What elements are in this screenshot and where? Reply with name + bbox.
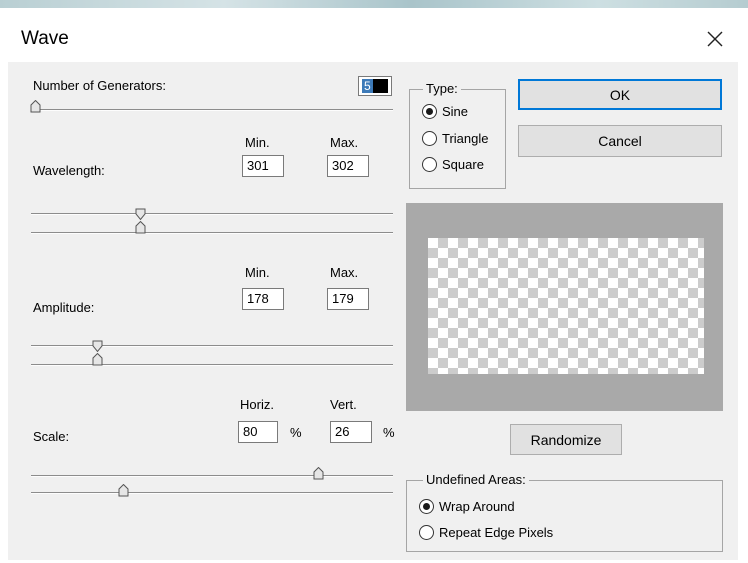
dialog-body: Number of Generators: 5 Min. Max. Wavele…	[8, 62, 738, 560]
amplitude-slider-track-top[interactable]	[31, 345, 393, 347]
wavelength-label: Wavelength:	[33, 163, 105, 178]
dialog-title: Wave	[21, 28, 69, 49]
radio-unselected-icon	[419, 525, 434, 540]
undefined-areas-groupbox: Undefined Areas: Wrap Around Repeat Edge…	[406, 472, 723, 552]
undefined-areas-legend: Undefined Areas:	[423, 472, 529, 487]
scale-vert-unit: %	[383, 425, 395, 440]
type-radio-sine[interactable]: Sine	[422, 104, 468, 119]
cancel-button[interactable]: Cancel	[518, 125, 722, 157]
amplitude-min-input[interactable]: 178	[242, 288, 284, 310]
type-groupbox: Type: Sine Triangle Square	[409, 81, 506, 189]
generators-input[interactable]: 5	[358, 76, 392, 96]
wavelength-max-thumb[interactable]	[135, 208, 146, 221]
generators-selection: 5	[362, 79, 388, 93]
scale-vert-label: Vert.	[330, 397, 357, 412]
amplitude-min-label: Min.	[245, 265, 270, 280]
amplitude-label: Amplitude:	[33, 300, 95, 315]
type-sine-label: Sine	[442, 104, 469, 119]
scale-vert-thumb[interactable]	[313, 466, 324, 480]
generators-slider-track[interactable]	[31, 109, 393, 111]
scale-horiz-input[interactable]: 80	[238, 421, 278, 443]
amplitude-slider-track-bottom[interactable]	[31, 364, 393, 366]
scale-slider-track-top[interactable]	[31, 475, 393, 477]
radio-selected-icon	[419, 499, 434, 514]
wavelength-min-input[interactable]: 301	[242, 155, 284, 177]
generators-value: 5	[362, 79, 373, 93]
radio-selected-icon	[422, 104, 437, 119]
randomize-button[interactable]: Randomize	[510, 424, 622, 455]
wavelength-max-input[interactable]: 302	[327, 155, 369, 177]
wavelength-min-label: Min.	[245, 135, 270, 150]
wavelength-slider-track-bottom[interactable]	[31, 232, 393, 234]
title-bar: Wave	[0, 8, 748, 56]
type-radio-triangle[interactable]: Triangle	[422, 131, 488, 146]
generators-label: Number of Generators:	[33, 78, 166, 93]
type-square-label: Square	[442, 157, 484, 172]
type-legend: Type:	[423, 81, 461, 96]
wrap-around-label: Wrap Around	[439, 499, 515, 514]
radio-unselected-icon	[422, 157, 437, 172]
scale-vert-input[interactable]: 26	[330, 421, 372, 443]
wavelength-slider-track-top[interactable]	[31, 213, 393, 215]
repeat-edge-pixels-label: Repeat Edge Pixels	[439, 525, 554, 540]
scale-horiz-thumb[interactable]	[118, 483, 129, 497]
type-triangle-label: Triangle	[442, 131, 489, 146]
radio-unselected-icon	[422, 131, 437, 146]
scale-horiz-label: Horiz.	[240, 397, 274, 412]
amplitude-max-thumb[interactable]	[92, 340, 103, 353]
close-icon[interactable]	[700, 24, 730, 54]
scale-label: Scale:	[33, 429, 70, 444]
amplitude-max-label: Max.	[330, 265, 359, 280]
scale-horiz-unit: %	[290, 425, 302, 440]
preview-frame[interactable]	[406, 203, 723, 411]
type-radio-square[interactable]: Square	[422, 157, 484, 172]
wrap-around-radio[interactable]: Wrap Around	[419, 499, 515, 514]
amplitude-min-thumb[interactable]	[92, 352, 103, 366]
wavelength-min-thumb[interactable]	[135, 220, 146, 234]
amplitude-max-input[interactable]: 179	[327, 288, 369, 310]
preview-transparency-grid	[428, 238, 704, 374]
scale-slider-track-bottom[interactable]	[31, 492, 393, 494]
generators-slider-thumb[interactable]	[30, 99, 41, 113]
wavelength-max-label: Max.	[330, 135, 359, 150]
ok-button[interactable]: OK	[518, 79, 722, 110]
window-top-strip	[0, 0, 748, 8]
repeat-edge-pixels-radio[interactable]: Repeat Edge Pixels	[419, 525, 553, 540]
